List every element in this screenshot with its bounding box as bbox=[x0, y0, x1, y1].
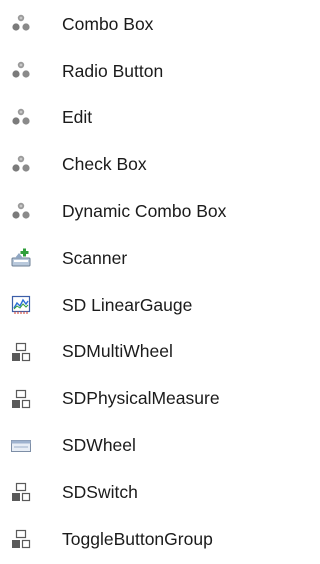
toolbox-item-scanner[interactable]: Scanner bbox=[0, 235, 270, 282]
component-icon bbox=[10, 528, 32, 550]
toolbox-item-label: Check Box bbox=[62, 154, 147, 175]
user-control-icon bbox=[10, 154, 32, 176]
toolbox-item-togglebuttongroup[interactable]: ToggleButtonGroup bbox=[0, 516, 270, 563]
component-icon bbox=[10, 341, 32, 363]
toolbox-item-dynamic-combo-box[interactable]: Dynamic Combo Box bbox=[0, 188, 270, 235]
toolbox-item-label: Edit bbox=[62, 107, 93, 128]
toolbox-item-label: SDWheel bbox=[62, 435, 136, 456]
toolbox-item-radio-button[interactable]: Radio Button bbox=[0, 48, 270, 95]
component-icon bbox=[10, 388, 32, 410]
user-control-icon bbox=[10, 201, 32, 223]
component-icon bbox=[10, 481, 32, 503]
toolbox-item-label: Combo Box bbox=[62, 13, 154, 34]
toolbox-item-sdwheel[interactable]: SDWheel bbox=[0, 422, 270, 469]
user-control-icon bbox=[10, 107, 32, 129]
chart-icon bbox=[10, 294, 32, 316]
scanner-icon bbox=[10, 247, 32, 269]
toolbox-item-check-box[interactable]: Check Box bbox=[0, 141, 270, 188]
toolbox-item-label: SDMultiWheel bbox=[62, 341, 173, 362]
toolbox-item-label: SD LinearGauge bbox=[62, 294, 193, 315]
toolbox-item-label: ToggleButtonGroup bbox=[62, 528, 213, 549]
toolbox-item-label: Scanner bbox=[62, 247, 128, 268]
toolbox-item-sdphysicalmeasure[interactable]: SDPhysicalMeasure bbox=[0, 375, 270, 422]
toolbox-item-sdmultiwheel[interactable]: SDMultiWheel bbox=[0, 329, 270, 376]
toolbox-item-label: SDPhysicalMeasure bbox=[62, 388, 220, 409]
toolbox-item-label: SDSwitch bbox=[62, 481, 138, 502]
toolbox-item-label: Radio Button bbox=[62, 60, 164, 81]
toolbox-item-label: Dynamic Combo Box bbox=[62, 201, 227, 222]
panel-icon bbox=[10, 435, 32, 457]
toolbox-item-sd-lineargauge[interactable]: SD LinearGauge bbox=[0, 282, 270, 329]
toolbox-item-combo-box[interactable]: Combo Box bbox=[0, 1, 270, 48]
user-control-icon bbox=[10, 13, 32, 35]
toolbox-item-sdswitch[interactable]: SDSwitch bbox=[0, 469, 270, 516]
toolbox-item-edit[interactable]: Edit bbox=[0, 95, 270, 142]
user-control-icon bbox=[10, 60, 32, 82]
toolbox-list: Combo Box Radio Button Edit Check Box Dy… bbox=[0, 0, 270, 564]
